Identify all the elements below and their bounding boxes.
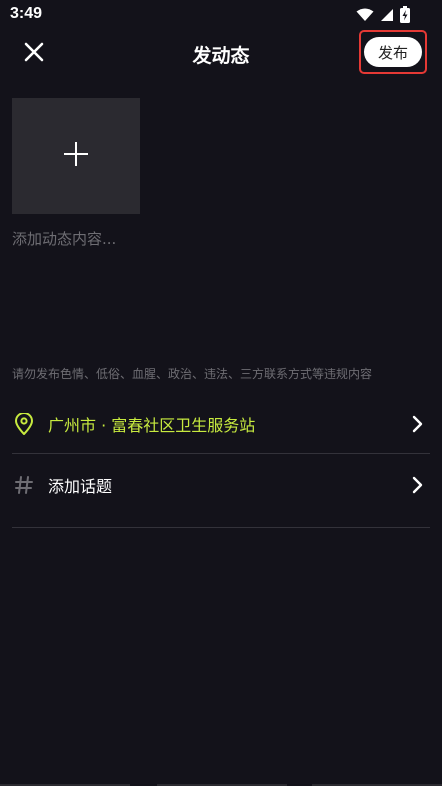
battery-charging-icon: [400, 6, 410, 27]
location-row[interactable]: 广州市 · 富春社区卫生服务站: [12, 394, 430, 454]
signal-icon: [380, 7, 394, 26]
topic-row[interactable]: 添加话题: [12, 455, 430, 515]
divider: [12, 453, 430, 454]
hashtag-icon: [12, 473, 36, 497]
publish-button[interactable]: 发布: [364, 37, 422, 67]
chevron-right-icon: [408, 414, 428, 434]
status-icons: [356, 6, 410, 27]
content-input[interactable]: [12, 228, 430, 328]
location-text: 广州市 · 富春社区卫生服务站: [48, 416, 256, 435]
status-time: 3:49: [10, 5, 43, 22]
add-media-button[interactable]: [12, 98, 140, 214]
wifi-icon: [356, 7, 374, 26]
publish-button-highlight: 发布: [359, 30, 427, 74]
chevron-right-icon: [408, 475, 428, 495]
status-bar: 3:49: [0, 0, 442, 30]
topic-text: 添加话题: [48, 477, 113, 496]
plus-icon: [62, 140, 90, 172]
content-warning: 请勿发布色情、低俗、血腥、政治、违法、三方联系方式等违规内容: [12, 367, 373, 381]
location-pin-icon: [12, 412, 36, 436]
header: 发动态 发布: [0, 30, 442, 78]
divider: [12, 527, 430, 528]
